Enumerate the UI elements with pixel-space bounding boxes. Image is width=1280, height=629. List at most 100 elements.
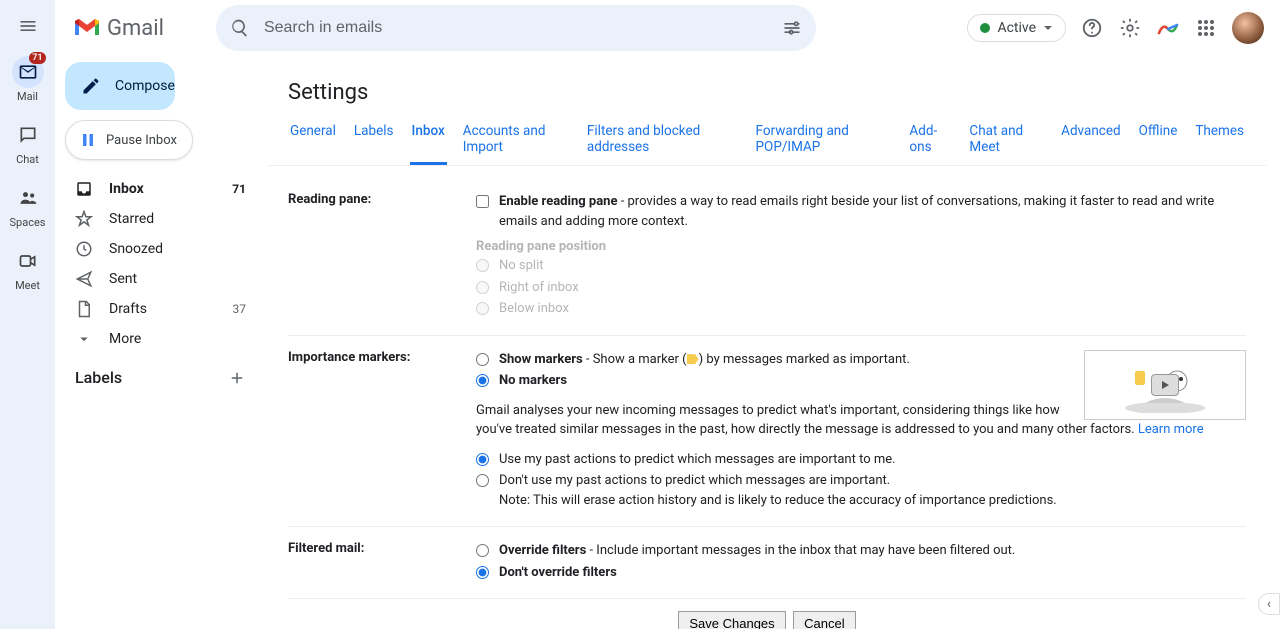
side-panel-toggle[interactable]: ‹ [1258, 593, 1280, 615]
tab-labels[interactable]: Labels [352, 115, 396, 165]
draft-icon [75, 300, 93, 318]
search-bar[interactable] [216, 5, 816, 51]
importance-video-thumb[interactable] [1084, 350, 1246, 420]
chevron-down-icon [1043, 23, 1053, 33]
rail-meet[interactable]: Meet [12, 245, 44, 292]
apps-grid-icon[interactable] [1194, 16, 1218, 40]
nav-starred[interactable]: Starred [65, 204, 258, 234]
clock-icon [75, 240, 93, 258]
chevron-down-icon [75, 330, 93, 348]
nav-snoozed-label: Snoozed [109, 241, 163, 257]
use-past-text: Use my past actions to predict which mes… [499, 450, 896, 470]
play-icon [1151, 374, 1179, 396]
tab-filters[interactable]: Filters and blocked addresses [585, 115, 740, 165]
settings-gear-icon[interactable] [1118, 16, 1142, 40]
compose-button[interactable]: Compose [65, 62, 175, 110]
dont-override-radio[interactable] [476, 566, 489, 579]
enable-reading-pane-text: Enable reading pane - provides a way to … [499, 192, 1246, 231]
nav-drafts-count: 37 [233, 302, 247, 316]
nav-inbox-label: Inbox [109, 181, 144, 197]
account-avatar[interactable] [1232, 12, 1264, 44]
tab-forwarding[interactable]: Forwarding and POP/IMAP [754, 115, 894, 165]
dont-use-past-text: Don't use my past actions to predict whi… [499, 471, 1057, 510]
learn-more-link[interactable]: Learn more [1138, 422, 1204, 437]
active-dot-icon [980, 23, 990, 33]
tab-themes[interactable]: Themes [1193, 115, 1246, 165]
pause-label: Pause Inbox [106, 133, 177, 148]
nav-sent[interactable]: Sent [65, 264, 258, 294]
settings-tabs: General Labels Inbox Accounts and Import… [268, 115, 1266, 166]
status-active-chip[interactable]: Active [967, 14, 1066, 42]
show-markers-radio[interactable] [476, 353, 489, 366]
spaces-icon [18, 188, 38, 208]
app-rail: 71 Mail Chat Spaces Meet [0, 0, 55, 629]
nav-inbox-count: 71 [232, 182, 246, 196]
gmail-logo-icon [73, 17, 101, 39]
chevron-left-icon: ‹ [1267, 596, 1271, 612]
reading-pane-opt-nosplit [476, 259, 489, 272]
rail-chat[interactable]: Chat [12, 119, 44, 166]
dont-use-past-radio[interactable] [476, 474, 489, 487]
mail-badge: 71 [29, 52, 45, 64]
gmail-logo[interactable]: Gmail [73, 16, 164, 41]
rail-spaces-label: Spaces [10, 216, 46, 229]
settings-panel: Settings General Labels Inbox Accounts a… [268, 66, 1266, 629]
importance-marker-icon [687, 354, 699, 364]
labels-header: Labels [65, 354, 258, 395]
reading-pane-position-title: Reading pane position [476, 239, 1246, 254]
rail-spaces[interactable]: Spaces [10, 182, 46, 229]
reading-pane-opt-right [476, 281, 489, 294]
support-icon[interactable] [1080, 16, 1104, 40]
sidebar: Compose Pause Inbox Inbox 71 Starred Sno… [55, 56, 268, 629]
inbox-icon [75, 180, 93, 198]
override-filters-text: Override filters - Include important mes… [499, 541, 1015, 561]
tab-advanced[interactable]: Advanced [1059, 115, 1123, 165]
reading-pane-opt-below [476, 302, 489, 315]
nav-more-label: More [109, 331, 141, 347]
enable-reading-pane-checkbox[interactable] [476, 195, 489, 208]
search-input[interactable] [264, 19, 768, 37]
cancel-button[interactable]: Cancel [793, 611, 855, 629]
gmail-logo-text: Gmail [107, 16, 164, 41]
nav-sent-label: Sent [109, 271, 137, 287]
tab-offline[interactable]: Offline [1137, 115, 1180, 165]
nav-drafts[interactable]: Drafts 37 [65, 294, 258, 324]
top-bar: Gmail Active [55, 0, 1280, 56]
no-markers-text: No markers [499, 371, 567, 391]
use-past-radio[interactable] [476, 453, 489, 466]
reading-pane-label: Reading pane: [288, 192, 476, 321]
settings-title: Settings [268, 66, 1266, 115]
nav-inbox[interactable]: Inbox 71 [65, 174, 258, 204]
nav-snoozed[interactable]: Snoozed [65, 234, 258, 264]
row-filtered-mail: Filtered mail: Override filters - Includ… [288, 527, 1246, 599]
tab-accounts[interactable]: Accounts and Import [461, 115, 571, 165]
mail-icon [18, 62, 38, 82]
tab-addons[interactable]: Add-ons [907, 115, 953, 165]
rail-chat-label: Chat [16, 153, 39, 166]
tab-inbox[interactable]: Inbox [410, 115, 447, 165]
star-icon [75, 210, 93, 228]
save-changes-button[interactable]: Save Changes [678, 611, 785, 629]
row-importance-markers: Importance markers: Show markers - Show … [288, 336, 1246, 528]
nav-more[interactable]: More [65, 324, 258, 354]
pencil-icon [81, 76, 101, 96]
override-filters-radio[interactable] [476, 544, 489, 557]
search-options-icon[interactable] [782, 18, 802, 38]
filtered-label: Filtered mail: [288, 541, 476, 584]
add-label-icon[interactable] [228, 369, 246, 387]
tab-general[interactable]: General [288, 115, 338, 165]
main-menu-icon[interactable] [16, 14, 40, 38]
no-markers-radio[interactable] [476, 374, 489, 387]
send-icon [75, 270, 93, 288]
search-icon [230, 18, 250, 38]
status-active-label: Active [997, 20, 1036, 36]
save-cancel-row: Save Changes Cancel [288, 599, 1246, 629]
pause-icon [80, 132, 96, 148]
meet-icon [18, 251, 38, 271]
tab-chat-meet[interactable]: Chat and Meet [967, 115, 1045, 165]
addon-icon[interactable] [1156, 16, 1180, 40]
rail-mail[interactable]: 71 Mail [12, 56, 44, 103]
pause-inbox-button[interactable]: Pause Inbox [65, 120, 193, 160]
show-markers-text: Show markers - Show a marker () by messa… [499, 350, 910, 370]
compose-label: Compose [115, 78, 175, 94]
